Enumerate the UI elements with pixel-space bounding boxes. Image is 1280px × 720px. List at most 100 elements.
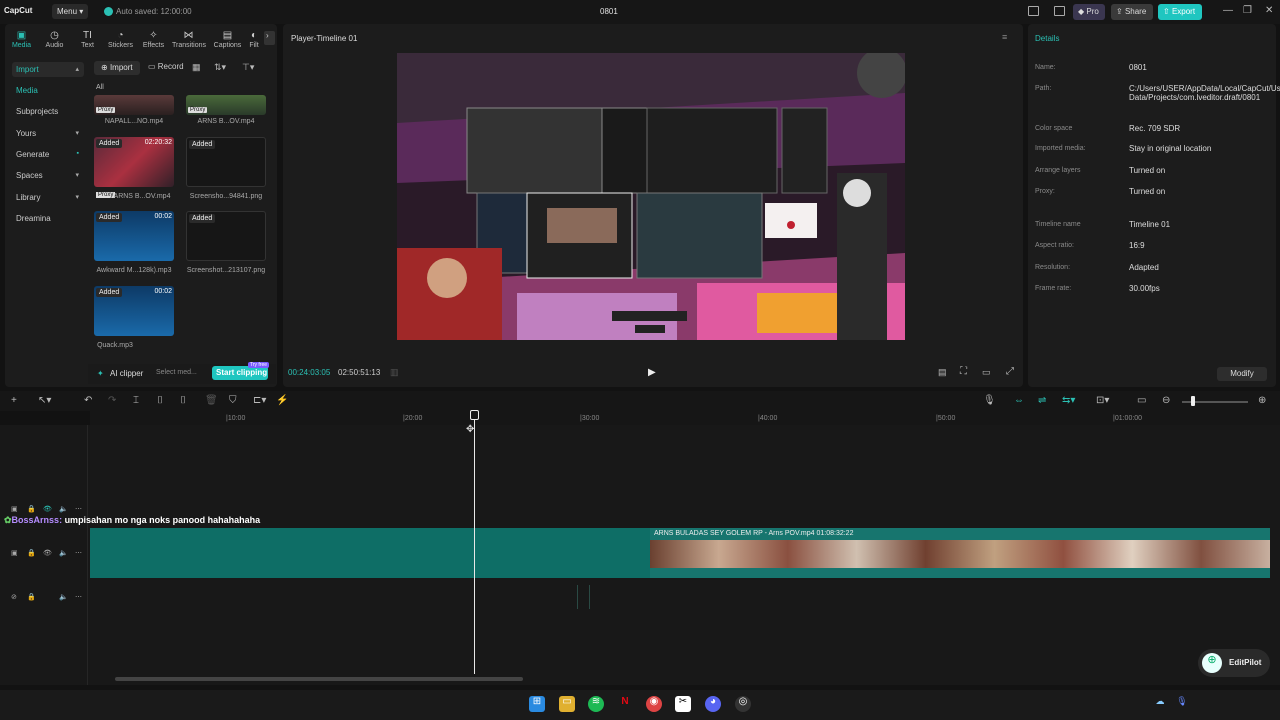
media-thumbnail[interactable]: Proxy: [186, 95, 266, 115]
magic-icon[interactable]: ⚡: [276, 395, 288, 406]
media-thumbnail[interactable]: Added 00:02: [94, 286, 174, 336]
tab-filters[interactable]: ◐ Filt: [247, 30, 261, 49]
zoom-out-icon[interactable]: ⊖: [1162, 395, 1170, 406]
sidebar-item-import[interactable]: Import ▴: [12, 62, 84, 77]
eye-icon[interactable]: 👁: [43, 505, 52, 513]
snap-icon[interactable]: ⇆▾: [1062, 395, 1075, 406]
track-cover-icon[interactable]: ▣: [11, 549, 18, 557]
netflix-icon[interactable]: N: [617, 696, 633, 712]
playhead-handle[interactable]: [470, 410, 479, 420]
filter-icon[interactable]: ⊤▾: [242, 62, 254, 73]
sort-icon[interactable]: ⇅▾: [214, 62, 226, 73]
tab-media[interactable]: ▣ Media: [5, 30, 38, 49]
pro-button[interactable]: ◆ Pro: [1073, 4, 1105, 20]
tab-stickers[interactable]: ◔ Stickers: [104, 30, 137, 49]
sidebar-item-label: Subprojects: [16, 107, 59, 116]
file-explorer-icon[interactable]: ▭: [559, 696, 575, 712]
more-icon[interactable]: ⋯: [75, 549, 82, 557]
magnet-icon[interactable]: ⇌: [1038, 395, 1046, 406]
audio-icon[interactable]: 🔈: [59, 505, 68, 513]
sidebar-item-dreamina[interactable]: Dreamina: [12, 211, 84, 226]
export-button[interactable]: ⇧ Export: [1158, 4, 1202, 20]
timeline-ruler[interactable]: [90, 411, 1280, 425]
import-button[interactable]: ⊕ Import: [94, 61, 140, 75]
zoom-in-icon[interactable]: ⊕: [1258, 395, 1266, 406]
media-thumbnail[interactable]: Added: [186, 137, 266, 187]
zoom-slider-handle[interactable]: [1191, 396, 1195, 406]
delete-icon[interactable]: 🗑: [205, 395, 218, 406]
caption-icon[interactable]: ▭: [1137, 395, 1146, 406]
horizontal-scrollbar[interactable]: [115, 677, 523, 681]
media-thumbnail[interactable]: Proxy: [94, 95, 174, 115]
capcut-icon[interactable]: ✂: [675, 696, 691, 712]
lock-icon[interactable]: 🔒: [27, 505, 36, 513]
media-thumbnail[interactable]: Added: [186, 211, 266, 261]
tab-audio[interactable]: ◷ Audio: [38, 30, 71, 49]
sidebar-item-media[interactable]: Media: [12, 83, 84, 98]
preview-axis-icon[interactable]: ⊡▾: [1096, 395, 1109, 406]
tab-transitions[interactable]: ⋈ Transitions: [172, 30, 206, 49]
sidebar-item-yours[interactable]: Yours ▾: [12, 126, 84, 141]
video-preview[interactable]: [397, 53, 905, 340]
discord-icon[interactable]: ◕: [705, 696, 721, 712]
shield-icon[interactable]: ⛉: [229, 395, 237, 406]
play-button[interactable]: ▶: [648, 367, 656, 378]
redo-icon[interactable]: ↷: [108, 395, 116, 406]
minimize-icon[interactable]: —: [1223, 5, 1233, 16]
sidebar-item-generate[interactable]: Generate ▪: [12, 147, 84, 162]
close-icon[interactable]: ✕: [1265, 5, 1273, 16]
sidebar-item-subprojects[interactable]: Subprojects: [12, 104, 84, 119]
start-clipping-button[interactable]: Start clipping: [212, 366, 268, 380]
spotify-icon[interactable]: ≋: [588, 696, 604, 712]
undo-icon[interactable]: ↶: [84, 395, 92, 406]
shortcut-icon[interactable]: [1054, 6, 1065, 16]
split-left-icon[interactable]: ⌷: [157, 395, 163, 406]
eye-icon[interactable]: 👁: [43, 549, 52, 557]
link-icon[interactable]: ⇔: [1014, 395, 1024, 406]
audio-icon[interactable]: 🔈: [59, 593, 68, 601]
more-icon[interactable]: ⋯: [75, 505, 82, 513]
share-button[interactable]: ⇪ Share: [1111, 4, 1153, 20]
more-icon[interactable]: ⋯: [75, 593, 82, 601]
split-right-icon[interactable]: ⌷: [180, 395, 186, 406]
tabs-scroll-right-icon[interactable]: ›: [264, 31, 275, 45]
lock-icon[interactable]: 🔒: [27, 549, 36, 557]
zoom-fit-icon[interactable]: ⛶: [960, 366, 967, 377]
sidebar-item-spaces[interactable]: Spaces ▾: [12, 168, 84, 183]
maximize-icon[interactable]: ❐: [1243, 5, 1252, 16]
tab-captions[interactable]: ▤ Captions: [211, 30, 244, 49]
player-menu-icon[interactable]: ≡: [1002, 32, 1007, 42]
split-icon[interactable]: ⌶: [133, 395, 139, 406]
crop-icon[interactable]: ⊏▾: [253, 395, 266, 406]
track-cover-icon[interactable]: ▣: [11, 505, 18, 513]
layout-icon[interactable]: [1028, 6, 1039, 16]
select-tool-icon[interactable]: ↖▾: [38, 395, 51, 406]
tray-mic-icon[interactable]: 🎙: [1174, 696, 1190, 712]
playhead[interactable]: [474, 412, 475, 674]
filter-all[interactable]: All: [96, 84, 104, 91]
audio-icon[interactable]: 🔈: [59, 549, 68, 557]
record-button[interactable]: ▭ Record: [148, 62, 184, 71]
quality-icon[interactable]: ▤: [938, 367, 947, 378]
tray-cloud-icon[interactable]: ☁: [1152, 696, 1168, 712]
lock-icon[interactable]: 🔒: [27, 593, 36, 601]
windows-start-icon[interactable]: ⊞: [529, 696, 545, 712]
tab-text[interactable]: TI Text: [71, 30, 104, 49]
grid-view-icon[interactable]: ▦: [192, 62, 201, 73]
media-thumbnail[interactable]: Added 00:02: [94, 211, 174, 261]
obs-icon[interactable]: ◎: [735, 696, 751, 712]
audio-track-icon[interactable]: ⊘: [11, 593, 17, 601]
chrome-icon[interactable]: ◉: [646, 696, 662, 712]
timeline-view-icon[interactable]: ▥: [390, 367, 399, 378]
fullscreen-icon[interactable]: ⤢: [1006, 366, 1014, 377]
tab-effects[interactable]: ✧ Effects: [137, 30, 170, 49]
ratio-icon[interactable]: ▭: [982, 367, 991, 378]
add-track-icon[interactable]: +: [11, 395, 17, 406]
media-thumbnail[interactable]: Added 02:20:32: [94, 137, 174, 187]
ai-clipper-icon: ✦: [97, 369, 104, 378]
modify-button[interactable]: Modify: [1217, 367, 1267, 381]
menu-button[interactable]: Menu ▾: [52, 4, 88, 19]
microphone-icon[interactable]: 🎙: [983, 395, 996, 406]
sidebar-item-library[interactable]: Library ▾: [12, 190, 84, 205]
tab-label: Text: [81, 42, 94, 49]
